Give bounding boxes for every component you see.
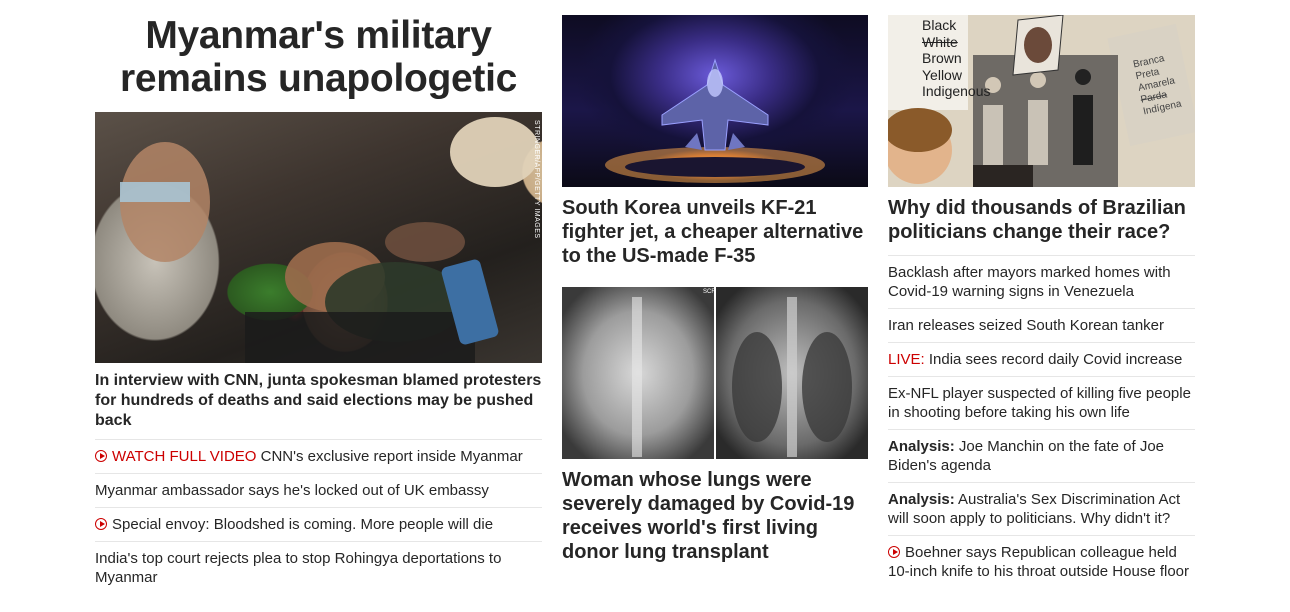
xray-art (562, 287, 868, 459)
live-label[interactable]: LIVE: (888, 351, 925, 368)
list-item[interactable]: WATCH FULL VIDEO CNN's exclusive report … (95, 439, 542, 473)
brazil-collage-photo[interactable]: Black White Brown Yellow Indigenous Bran… (888, 15, 1195, 187)
list-item-text[interactable]: Special envoy: Bloodshed is coming. More… (112, 516, 493, 533)
play-icon (95, 518, 107, 530)
collage-words-left: Black White Brown Yellow Indigenous (922, 17, 991, 100)
lead-text[interactable]: In interview with CNN, junta spokesman b… (95, 371, 542, 431)
list-item-text[interactable]: Backlash after mayors marked homes with … (888, 264, 1171, 300)
list-item-text[interactable]: Boehner says Republican colleague held 1… (888, 544, 1189, 580)
list-item-text[interactable]: Ex-NFL player suspected of killing five … (888, 385, 1191, 421)
analysis-label[interactable]: Analysis: (888, 491, 955, 508)
collage-word: Brown (922, 50, 962, 66)
list-item[interactable]: Special envoy: Bloodshed is coming. More… (95, 507, 542, 541)
list-item[interactable]: Analysis: Australia's Sex Discrimination… (888, 482, 1195, 535)
fighter-jet-photo[interactable] (562, 15, 868, 187)
list-item-text[interactable]: India sees record daily Covid increase (925, 351, 1182, 368)
image-credit: STRINGER/AFP/GETTY IMAGES (533, 120, 540, 239)
play-icon (95, 450, 107, 462)
list-item-text[interactable]: India's top court rejects plea to stop R… (95, 550, 501, 586)
lead-story-column: Myanmar's military remains unapologetic … (95, 0, 542, 594)
collage-word: Black (922, 17, 957, 33)
collage-word: White (922, 33, 958, 50)
story-headline[interactable]: Woman whose lungs were severely damaged … (562, 468, 868, 564)
jet-art (605, 58, 825, 183)
list-item[interactable]: Ex-NFL player suspected of killing five … (888, 376, 1195, 429)
list-item[interactable]: Backlash after mayors marked homes with … (888, 255, 1195, 308)
list-item[interactable]: Myanmar ambassador says he's locked out … (95, 473, 542, 507)
list-item-text[interactable]: Iran releases seized South Korean tanker (888, 317, 1164, 334)
myanmar-photo-art (120, 117, 540, 363)
list-item[interactable]: India's top court rejects plea to stop R… (95, 541, 542, 594)
collage-word: Indigenous (922, 83, 991, 99)
list-item[interactable]: Analysis: Joe Manchin on the fate of Joe… (888, 429, 1195, 482)
story-headline[interactable]: Why did thousands of Brazilian politicia… (888, 196, 1195, 244)
list-item[interactable]: Iran releases seized South Korean tanker (888, 308, 1195, 342)
watch-video-label[interactable]: WATCH FULL VIDEO (112, 448, 256, 465)
story-headline[interactable]: South Korea unveils KF-21 fighter jet, a… (562, 196, 868, 268)
right-column: Black White Brown Yellow Indigenous Bran… (888, 0, 1195, 588)
xray-marker: SCR (703, 289, 716, 295)
myanmar-photo[interactable]: STRINGER/AFP/GETTY IMAGES (95, 112, 542, 363)
hero-title[interactable]: Myanmar's military remains unapologetic (95, 14, 542, 100)
xray-photo[interactable]: SCR (562, 287, 868, 459)
collage-word: Yellow (922, 66, 962, 83)
analysis-label[interactable]: Analysis: (888, 438, 955, 455)
headline-list: Backlash after mayors marked homes with … (888, 255, 1195, 588)
list-item-text[interactable]: CNN's exclusive report inside Myanmar (256, 448, 523, 465)
play-icon (888, 546, 900, 558)
list-item[interactable]: Boehner says Republican colleague held 1… (888, 535, 1195, 588)
middle-column: South Korea unveils KF-21 fighter jet, a… (562, 0, 868, 564)
list-item-text[interactable]: Myanmar ambassador says he's locked out … (95, 482, 489, 499)
related-links-list: WATCH FULL VIDEO CNN's exclusive report … (95, 439, 542, 594)
list-item[interactable]: LIVE: India sees record daily Covid incr… (888, 342, 1195, 376)
